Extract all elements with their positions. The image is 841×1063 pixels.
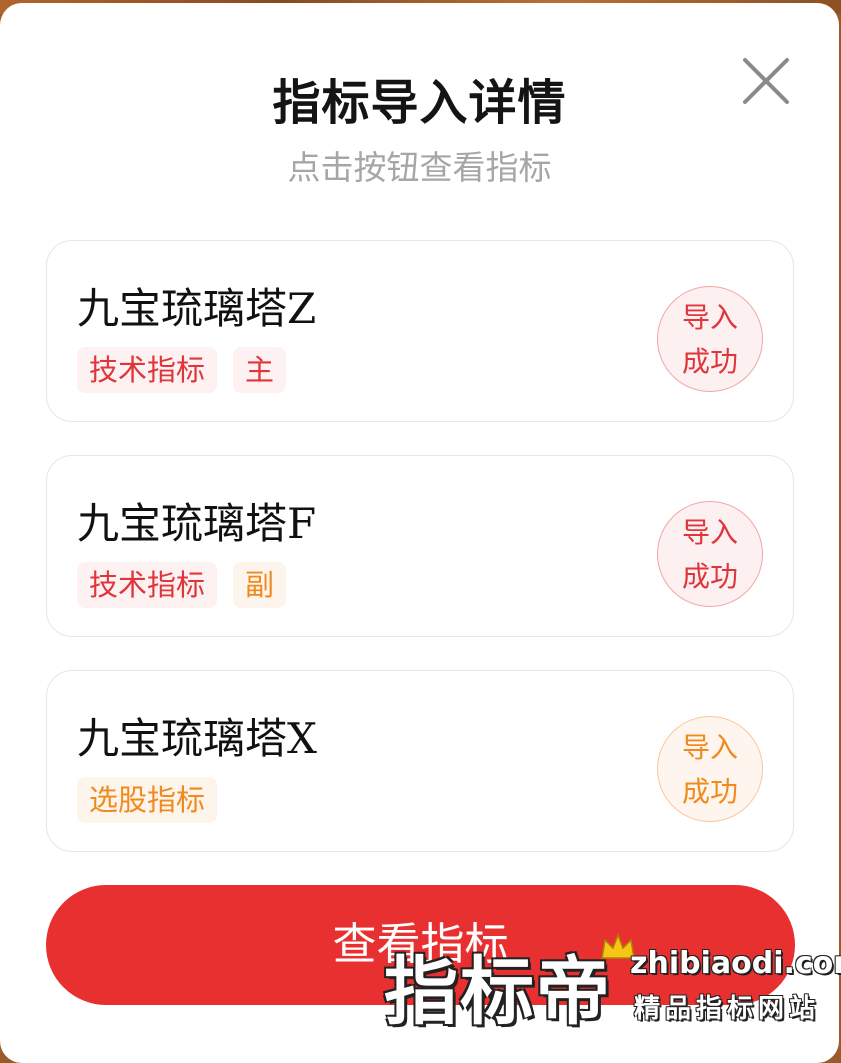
import-success-stamp: 导入 成功 bbox=[657, 716, 763, 822]
stamp-line-2: 成功 bbox=[681, 345, 738, 378]
watermark-tagline: 精品指标网站 bbox=[634, 994, 821, 1024]
stamp-line-2: 成功 bbox=[681, 775, 738, 808]
indicator-name: 九宝琉璃塔X bbox=[77, 714, 317, 763]
indicator-name: 九宝琉璃塔F bbox=[77, 499, 317, 548]
tag-list: 选股指标 bbox=[77, 777, 218, 823]
watermark-url: zhibiaodi.com bbox=[630, 946, 841, 981]
watermark-brand: 指标帝 bbox=[384, 949, 612, 1035]
tag-role: 副 bbox=[233, 562, 287, 608]
import-success-stamp: 导入 成功 bbox=[657, 501, 763, 607]
tag-type: 选股指标 bbox=[77, 777, 218, 823]
import-detail-dialog: 指标导入详情 点击按钮查看指标 九宝琉璃塔Z 技术指标 主 导入 成功 九宝琉璃… bbox=[0, 3, 839, 1063]
import-success-stamp: 导入 成功 bbox=[657, 286, 763, 392]
indicator-card[interactable]: 九宝琉璃塔X 选股指标 导入 成功 bbox=[46, 670, 794, 852]
dialog-title: 指标导入详情 bbox=[272, 75, 567, 131]
tag-list: 技术指标 副 bbox=[77, 562, 287, 608]
indicator-name: 九宝琉璃塔Z bbox=[77, 284, 317, 333]
stamp-line-2: 成功 bbox=[681, 560, 738, 593]
stamp-line-1: 导入 bbox=[681, 516, 738, 549]
dialog-subtitle: 点击按钮查看指标 bbox=[287, 148, 552, 187]
tag-type: 技术指标 bbox=[77, 562, 218, 608]
tag-list: 技术指标 主 bbox=[77, 347, 287, 393]
stamp-line-1: 导入 bbox=[681, 301, 738, 334]
indicator-card[interactable]: 九宝琉璃塔F 技术指标 副 导入 成功 bbox=[46, 455, 794, 637]
tag-role: 主 bbox=[233, 347, 287, 393]
indicator-card[interactable]: 九宝琉璃塔Z 技术指标 主 导入 成功 bbox=[46, 240, 794, 422]
close-icon[interactable] bbox=[740, 55, 792, 107]
tag-type: 技术指标 bbox=[77, 347, 218, 393]
stamp-line-1: 导入 bbox=[681, 731, 738, 764]
watermark: 指标帝 zhibiaodi.com 精品指标网站 bbox=[382, 932, 841, 1050]
